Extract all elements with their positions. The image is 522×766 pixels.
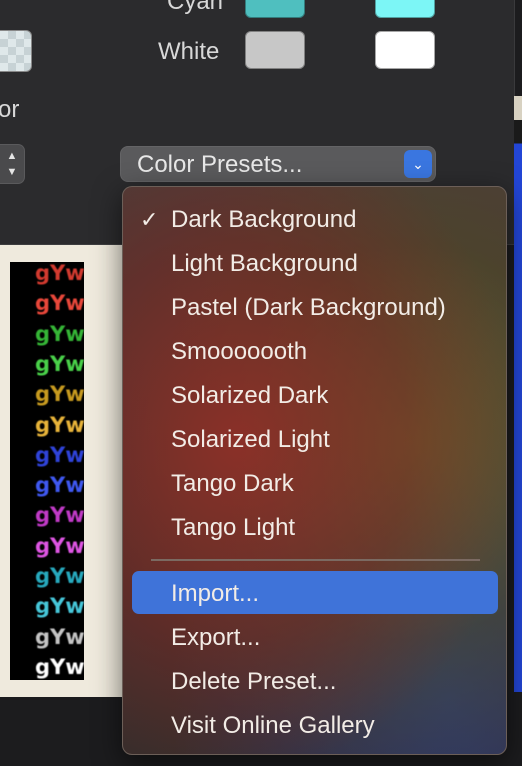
menu-item-tango-dark[interactable]: Tango Dark (171, 464, 294, 504)
preview-sample-text: gYw (35, 655, 85, 679)
preview-sample-text: gYw (35, 382, 85, 406)
preview-sample-text: gYw (35, 625, 85, 649)
preview-sample-text: gYw (35, 564, 85, 588)
chevron-down-icon[interactable]: ▼ (2, 164, 22, 180)
transparency-color-well[interactable] (0, 30, 32, 72)
preview-sample-text: gYw (35, 322, 85, 346)
window-edge-strip (514, 96, 522, 692)
cyan-label: Cyan (167, 0, 224, 15)
menu-item-smooooooth[interactable]: Smooooooth (171, 332, 307, 372)
checkmark-icon: ✓ (140, 207, 159, 232)
menu-item-light-background[interactable]: Light Background (171, 244, 358, 284)
preview-sample-text: gYw (35, 534, 85, 558)
menu-item-delete-preset[interactable]: Delete Preset... (171, 662, 336, 702)
preview-sample-text: gYw (35, 291, 85, 315)
preview-sample-text: gYw (35, 261, 85, 285)
menu-item-import[interactable]: Import... (171, 574, 259, 614)
menu-item-export[interactable]: Export... (171, 618, 260, 658)
menu-separator (151, 559, 480, 561)
menu-item-tango-light[interactable]: Tango Light (171, 508, 295, 548)
color-presets-label: Color Presets... (137, 151, 303, 178)
preview-sample-text: gYw (35, 503, 85, 527)
preview-sample-text: gYw (35, 443, 85, 467)
menu-item-dark-background[interactable]: Dark Background (171, 200, 356, 240)
cyan-normal-color-well[interactable] (245, 0, 305, 18)
preview-sample-text: gYw (35, 473, 85, 497)
value-stepper[interactable]: ▲ ▼ (0, 144, 25, 184)
preview-sample-text: gYw (35, 352, 85, 376)
menu-item-pastel-dark-background[interactable]: Pastel (Dark Background) (171, 288, 446, 328)
truncated-label: or (0, 96, 20, 123)
white-normal-color-well[interactable] (245, 31, 305, 69)
color-presets-popup-button[interactable]: Color Presets... ⌄ (120, 146, 436, 182)
chevron-up-icon[interactable]: ▲ (2, 148, 22, 164)
menu-item-solarized-light[interactable]: Solarized Light (171, 420, 330, 460)
white-bright-color-well[interactable] (375, 31, 435, 69)
white-label: White (158, 38, 220, 65)
chevron-down-icon: ⌄ (404, 150, 432, 178)
preview-sample-text: gYw (35, 594, 85, 618)
color-presets-menu: ✓ Dark Background Light Background Paste… (122, 186, 507, 755)
menu-item-visit-online-gallery[interactable]: Visit Online Gallery (171, 706, 375, 746)
preview-sample-text: gYw (35, 413, 85, 437)
menu-item-solarized-dark[interactable]: Solarized Dark (171, 376, 328, 416)
cyan-bright-color-well[interactable] (375, 0, 435, 18)
